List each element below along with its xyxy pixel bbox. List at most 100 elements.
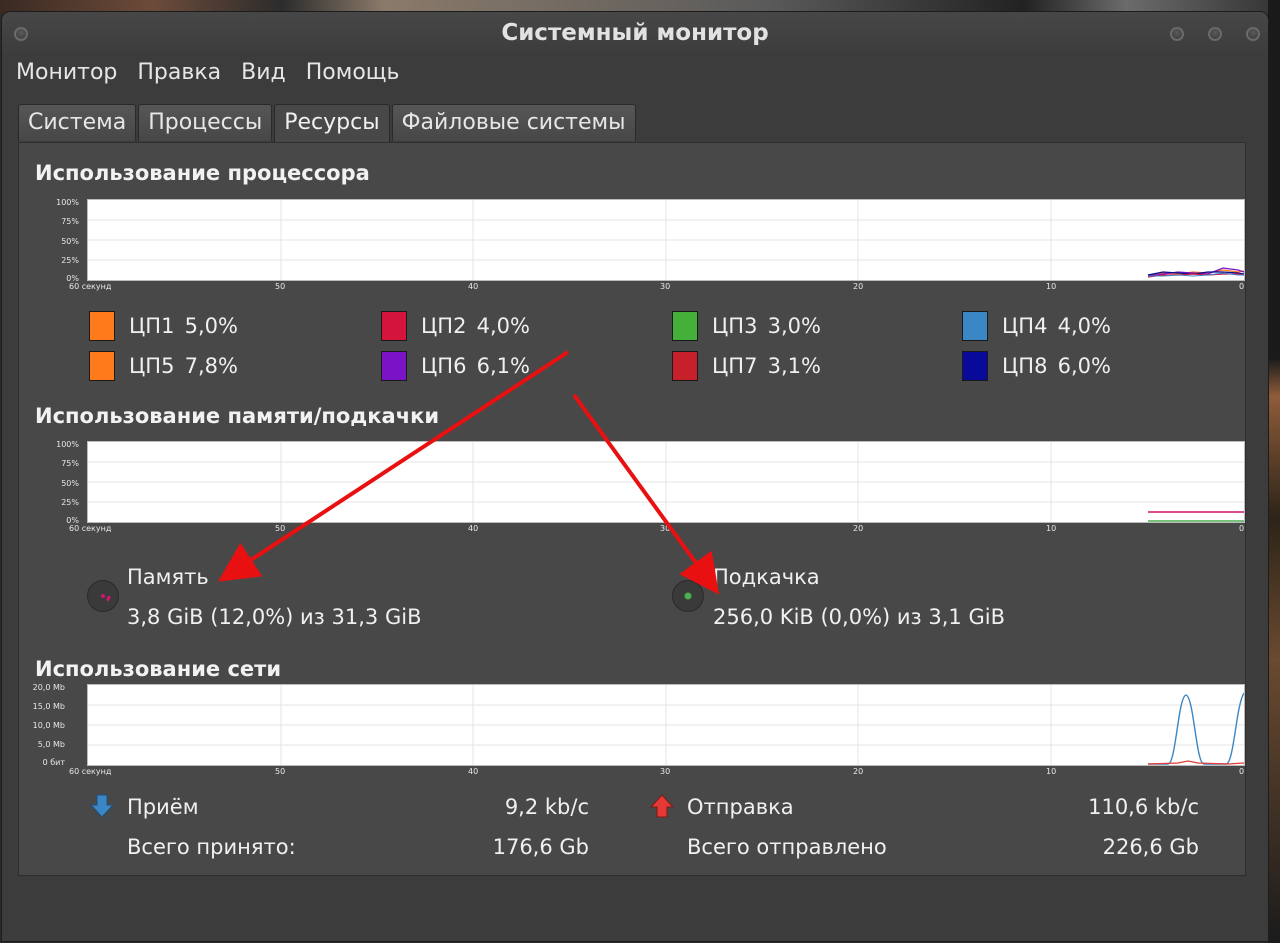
cpu-x-tick: 40 [468,282,479,291]
swap-label: Подкачка [713,565,820,589]
cpu8-label: ЦП8 [1002,354,1048,378]
network-graph-plot [88,685,1244,765]
cpu-y-tick: 50% [61,237,79,246]
cpu8-color-swatch[interactable] [962,351,988,381]
net-y-tick: 0 бит [42,758,65,767]
memory-graph-plot [88,442,1244,522]
cpu-x-tick: 30 [660,282,671,291]
cpu-y-tick: 100% [56,198,79,207]
network-graph [87,684,1245,766]
net-x-tick: 30 [660,767,671,776]
cpu1-label: ЦП1 [129,314,175,338]
cpu3-legend: ЦП3 3,0% [672,311,821,341]
cpu3-label: ЦП3 [712,314,758,338]
cpu-x-tick: 0 [1239,282,1245,291]
menu-monitor[interactable]: Монитор [16,60,127,85]
cpu-x-tick: 20 [853,282,864,291]
cpu3-value: 3,0% [767,314,821,338]
swap-pie-icon[interactable] [672,580,704,612]
close-button[interactable] [1246,27,1260,41]
maximize-button[interactable] [1208,27,1222,41]
receive-arrow-icon[interactable] [89,793,115,819]
send-rate: 110,6 kb/c [1088,795,1199,819]
system-monitor-window: Системный монитор Монитор Правка Вид Пом… [2,12,1268,941]
cpu2-color-swatch[interactable] [381,311,407,341]
mem-x-tick: 40 [468,524,479,533]
cpu-y-tick: 75% [61,217,79,226]
mem-x-tick: 60 секунд [69,524,112,533]
mem-y-tick: 25% [61,498,79,507]
title-bar: Системный монитор [2,12,1268,56]
menu-view[interactable]: Вид [241,60,296,85]
cpu1-color-swatch[interactable] [89,311,115,341]
cpu7-color-swatch[interactable] [672,351,698,381]
memory-section-title: Использование памяти/подкачки [35,404,440,428]
cpu1-legend: ЦП1 5,0% [89,311,238,341]
cpu7-legend: ЦП7 3,1% [672,351,821,381]
send-total: 226,6 Gb [1102,835,1199,859]
cpu2-label: ЦП2 [421,314,467,338]
net-x-tick: 10 [1046,767,1057,776]
cpu-section-title: Использование процессора [35,161,370,185]
cpu-graph-plot [88,200,1244,280]
memory-label: Память [127,565,209,589]
mem-x-tick: 50 [275,524,286,533]
cpu2-value: 4,0% [476,314,530,338]
receive-label: Приём [127,795,199,819]
net-x-tick: 50 [275,767,286,776]
cpu6-label: ЦП6 [421,354,467,378]
cpu4-value: 4,0% [1057,314,1111,338]
cpu4-label: ЦП4 [1002,314,1048,338]
cpu6-value: 6,1% [476,354,530,378]
mem-y-tick: 75% [61,459,79,468]
receive-rate: 9,2 kb/c [504,795,589,819]
net-y-tick: 5,0 Mb [37,740,65,749]
send-total-label: Всего отправлено [687,835,887,859]
send-arrow-icon[interactable] [649,793,675,819]
memory-pie-icon[interactable] [87,580,119,612]
cpu1-value: 5,0% [184,314,238,338]
tab-resources[interactable]: Ресурсы [274,104,390,143]
cpu5-color-swatch[interactable] [89,351,115,381]
cpu-graph [87,199,1245,281]
mem-y-tick: 100% [56,440,79,449]
resources-panel: Использование процессора 100% 75% 50% 25… [18,142,1246,876]
cpu-x-tick: 10 [1046,282,1057,291]
cpu7-value: 3,1% [767,354,821,378]
tab-file-systems[interactable]: Файловые системы [391,104,636,141]
mem-x-tick: 20 [853,524,864,533]
net-x-tick: 20 [853,767,864,776]
tab-processes[interactable]: Процессы [138,104,273,141]
cpu-x-tick: 60 секунд [69,282,112,291]
network-section-title: Использование сети [35,657,282,681]
cpu7-label: ЦП7 [712,354,758,378]
mem-x-tick: 30 [660,524,671,533]
menu-edit[interactable]: Правка [137,60,231,85]
cpu5-label: ЦП5 [129,354,175,378]
receive-total-label: Всего принято: [127,835,296,859]
cpu4-color-swatch[interactable] [962,311,988,341]
cpu-y-tick: 25% [61,256,79,265]
net-y-tick: 20,0 Mb [32,683,65,692]
cpu5-legend: ЦП5 7,8% [89,351,238,381]
window-title: Системный монитор [501,20,769,46]
cpu2-legend: ЦП2 4,0% [381,311,530,341]
desktop-background-right [1268,0,1280,943]
minimize-button[interactable] [1170,27,1184,41]
cpu8-value: 6,0% [1057,354,1111,378]
memory-graph [87,441,1245,523]
mem-x-tick: 10 [1046,524,1057,533]
tab-system[interactable]: Система [18,104,137,141]
cpu8-legend: ЦП8 6,0% [962,351,1111,381]
cpu6-legend: ЦП6 6,1% [381,351,530,381]
swap-value: 256,0 KiB (0,0%) из 3,1 GiB [713,605,1005,629]
cpu3-color-swatch[interactable] [672,311,698,341]
receive-total: 176,6 Gb [492,835,589,859]
cpu6-color-swatch[interactable] [381,351,407,381]
menu-help[interactable]: Помощь [306,60,410,85]
mem-x-tick: 0 [1239,524,1245,533]
cpu5-value: 7,8% [184,354,238,378]
net-x-tick: 40 [468,767,479,776]
send-label: Отправка [687,795,794,819]
menu-bar: Монитор Правка Вид Помощь [16,60,419,85]
